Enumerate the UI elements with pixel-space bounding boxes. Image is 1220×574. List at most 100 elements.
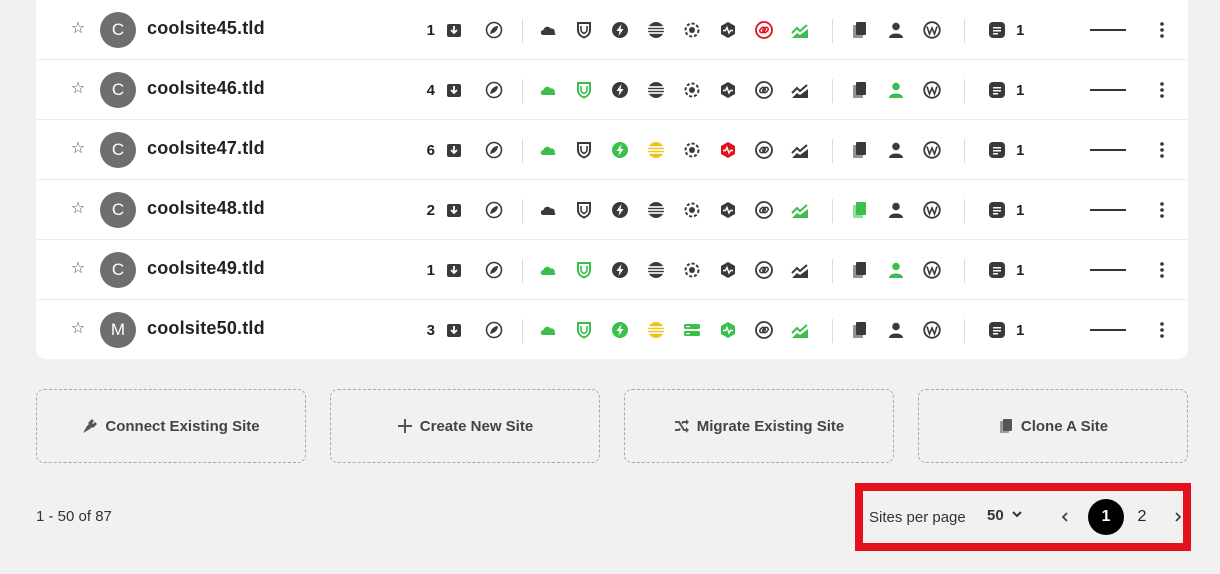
uptime-monitor-icon[interactable] — [719, 21, 737, 39]
user-icon[interactable] — [887, 321, 905, 339]
site-name-link[interactable]: coolsite50.tld — [147, 318, 265, 339]
user-icon[interactable] — [887, 81, 905, 99]
plugin-leaf-icon[interactable] — [485, 21, 503, 39]
page-2-button[interactable]: 2 — [1124, 499, 1160, 535]
favorite-star-icon[interactable]: ☆ — [69, 200, 87, 218]
site-name-link[interactable]: coolsite47.tld — [147, 138, 265, 159]
favorite-star-icon[interactable]: ☆ — [69, 80, 87, 98]
broken-links-icon[interactable] — [755, 21, 773, 39]
performance-bolt-icon[interactable] — [611, 81, 629, 99]
favorite-star-icon[interactable]: ☆ — [69, 140, 87, 158]
notes-icon[interactable] — [988, 21, 1006, 39]
performance-bolt-icon[interactable] — [611, 261, 629, 279]
plugin-leaf-icon[interactable] — [485, 321, 503, 339]
page-1-button[interactable]: 1 — [1088, 499, 1124, 535]
create-new-site-button[interactable]: Create New Site — [330, 389, 600, 463]
site-name-link[interactable]: coolsite46.tld — [147, 78, 265, 99]
updates-download-icon[interactable] — [445, 21, 463, 39]
cloud-backup-icon[interactable] — [539, 21, 557, 39]
migrate-existing-site-button[interactable]: Migrate Existing Site — [624, 389, 894, 463]
site-name-link[interactable]: coolsite49.tld — [147, 258, 265, 279]
wordpress-icon[interactable] — [923, 21, 941, 39]
cloud-backup-icon[interactable] — [539, 321, 557, 339]
cloud-backup-icon[interactable] — [539, 261, 557, 279]
settings-gear-icon[interactable] — [683, 81, 701, 99]
performance-bolt-icon[interactable] — [611, 321, 629, 339]
cdn-stripes-icon[interactable] — [647, 21, 665, 39]
updates-download-icon[interactable] — [445, 261, 463, 279]
security-shield-icon[interactable] — [575, 21, 593, 39]
settings-gear-icon[interactable] — [683, 261, 701, 279]
favorite-star-icon[interactable]: ☆ — [69, 320, 87, 338]
site-name-link[interactable]: coolsite48.tld — [147, 198, 265, 219]
wordpress-icon[interactable] — [923, 321, 941, 339]
uptime-monitor-icon[interactable] — [719, 201, 737, 219]
broken-links-icon[interactable] — [755, 261, 773, 279]
more-options-icon[interactable] — [1152, 320, 1172, 340]
notes-icon[interactable] — [988, 141, 1006, 159]
server-icon[interactable] — [683, 321, 701, 339]
security-shield-icon[interactable] — [575, 321, 593, 339]
uptime-monitor-icon[interactable] — [719, 321, 737, 339]
clone-site-icon[interactable] — [851, 21, 869, 39]
notes-icon[interactable] — [988, 81, 1006, 99]
user-icon[interactable] — [887, 201, 905, 219]
wordpress-icon[interactable] — [923, 81, 941, 99]
more-options-icon[interactable] — [1152, 200, 1172, 220]
more-options-icon[interactable] — [1152, 20, 1172, 40]
favorite-star-icon[interactable]: ☆ — [69, 260, 87, 278]
clone-site-icon[interactable] — [851, 321, 869, 339]
clone-site-icon[interactable] — [851, 201, 869, 219]
previous-page-button[interactable] — [1055, 507, 1075, 527]
cdn-stripes-icon[interactable] — [647, 261, 665, 279]
sites-per-page-select[interactable]: 50 — [987, 507, 1023, 524]
cdn-stripes-icon[interactable] — [647, 201, 665, 219]
plugin-leaf-icon[interactable] — [485, 141, 503, 159]
cloud-backup-icon[interactable] — [539, 201, 557, 219]
clone-site-icon[interactable] — [851, 261, 869, 279]
security-shield-icon[interactable] — [575, 81, 593, 99]
cdn-stripes-icon[interactable] — [647, 321, 665, 339]
more-options-icon[interactable] — [1152, 260, 1172, 280]
cdn-stripes-icon[interactable] — [647, 141, 665, 159]
analytics-chart-icon[interactable] — [791, 321, 809, 339]
clone-site-icon[interactable] — [851, 141, 869, 159]
analytics-chart-icon[interactable] — [791, 81, 809, 99]
more-options-icon[interactable] — [1152, 140, 1172, 160]
wordpress-icon[interactable] — [923, 201, 941, 219]
uptime-monitor-icon[interactable] — [719, 81, 737, 99]
plugin-leaf-icon[interactable] — [485, 201, 503, 219]
settings-gear-icon[interactable] — [683, 141, 701, 159]
cdn-stripes-icon[interactable] — [647, 81, 665, 99]
settings-gear-icon[interactable] — [683, 21, 701, 39]
user-icon[interactable] — [887, 141, 905, 159]
cloud-backup-icon[interactable] — [539, 141, 557, 159]
analytics-chart-icon[interactable] — [791, 201, 809, 219]
performance-bolt-icon[interactable] — [611, 21, 629, 39]
wordpress-icon[interactable] — [923, 141, 941, 159]
updates-download-icon[interactable] — [445, 201, 463, 219]
security-shield-icon[interactable] — [575, 141, 593, 159]
more-options-icon[interactable] — [1152, 80, 1172, 100]
broken-links-icon[interactable] — [755, 141, 773, 159]
plugin-leaf-icon[interactable] — [485, 81, 503, 99]
security-shield-icon[interactable] — [575, 201, 593, 219]
broken-links-icon[interactable] — [755, 321, 773, 339]
site-name-link[interactable]: coolsite45.tld — [147, 18, 265, 39]
updates-download-icon[interactable] — [445, 81, 463, 99]
wordpress-icon[interactable] — [923, 261, 941, 279]
next-page-button[interactable] — [1168, 507, 1188, 527]
connect-existing-site-button[interactable]: Connect Existing Site — [36, 389, 306, 463]
performance-bolt-icon[interactable] — [611, 201, 629, 219]
analytics-chart-icon[interactable] — [791, 21, 809, 39]
broken-links-icon[interactable] — [755, 201, 773, 219]
uptime-monitor-icon[interactable] — [719, 141, 737, 159]
notes-icon[interactable] — [988, 261, 1006, 279]
updates-download-icon[interactable] — [445, 321, 463, 339]
clone-site-icon[interactable] — [851, 81, 869, 99]
user-icon[interactable] — [887, 261, 905, 279]
notes-icon[interactable] — [988, 201, 1006, 219]
performance-bolt-icon[interactable] — [611, 141, 629, 159]
settings-gear-icon[interactable] — [683, 201, 701, 219]
updates-download-icon[interactable] — [445, 141, 463, 159]
